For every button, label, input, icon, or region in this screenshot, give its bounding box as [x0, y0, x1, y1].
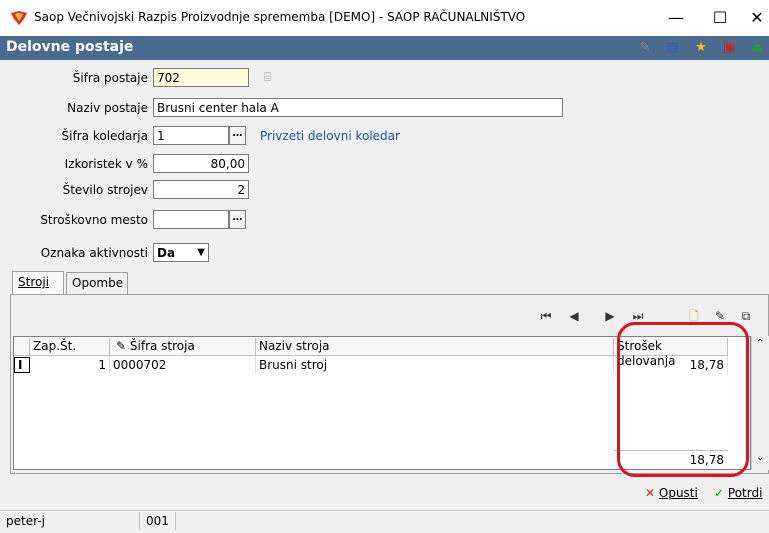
cell-naziv[interactable]: Brusni stroj	[256, 356, 614, 374]
status-user: peter-j	[0, 512, 140, 530]
oznaka-aktivnosti-select[interactable]: Da ▼	[153, 243, 209, 262]
module-title: Delovne postaje	[6, 39, 134, 55]
column-header-sifra[interactable]: ✎ Šifra stroja	[110, 338, 256, 356]
cell-zap[interactable]: 1	[30, 356, 110, 374]
app-logo-icon	[11, 11, 27, 25]
sifra-postaje-label: Šifra postaje	[72, 71, 148, 85]
cancel-icon: ✕	[645, 486, 656, 500]
stevilo-strojev-field[interactable]: 2	[153, 180, 249, 199]
star-icon[interactable]: ★	[692, 39, 710, 57]
naziv-postaje-label: Naziv postaje	[67, 101, 148, 115]
tab-stroji[interactable]: Stroji	[12, 271, 64, 295]
tab-opombe[interactable]: Opombe	[66, 272, 128, 294]
tab-opombe-label: Opombe	[72, 276, 124, 290]
module-header: Delovne postaje ✎ ▤ ★ ▣ ⏏	[0, 36, 769, 60]
confirm-label: Potrdi	[727, 486, 763, 500]
vertical-scrollbar[interactable]: ⌃ ⌄	[751, 336, 769, 470]
exit-icon[interactable]: ⏏	[748, 39, 766, 57]
stevilo-strojev-label: Število strojev	[62, 183, 148, 197]
tab-stroji-label: Stroji	[18, 275, 50, 289]
window-title-bar: Saop Večnivojski Razpis Proizvodnje spre…	[0, 0, 769, 36]
pdf-icon[interactable]: ▣	[720, 39, 738, 57]
column-header-sifra-label: Šifra stroja	[129, 339, 195, 353]
cell-sifra[interactable]: 0000702	[110, 356, 256, 374]
chevron-down-icon[interactable]: ▼	[197, 245, 205, 261]
copy-record-icon[interactable]: ⧉	[738, 308, 754, 324]
naziv-postaje-field[interactable]: Brusni center hala A	[153, 98, 563, 117]
koledar-name-link[interactable]: Privzeti delovni koledar	[260, 129, 400, 143]
status-code: 001	[140, 512, 176, 530]
edit-icon[interactable]: ✎	[636, 39, 654, 57]
pencil-icon: ✎	[116, 339, 127, 353]
stroskovno-mesto-lookup-button[interactable]: …	[229, 210, 246, 229]
sifra-koledarja-field[interactable]: 1	[153, 126, 229, 145]
scroll-down-icon[interactable]: ⌄	[756, 452, 764, 463]
row-indicator-header	[14, 338, 30, 356]
izkoristek-label: Izkoristek v %	[64, 157, 148, 171]
izkoristek-field[interactable]: 80,00	[153, 154, 249, 173]
oznaka-aktivnosti-label: Oznaka aktivnosti	[40, 246, 148, 260]
numbering-icon[interactable]: ⌸	[264, 70, 278, 84]
scroll-up-icon[interactable]: ⌃	[756, 338, 764, 349]
confirm-button[interactable]: ✓ Potrdi	[714, 486, 762, 500]
table-icon[interactable]: ▤	[664, 39, 682, 57]
column-header-naziv[interactable]: Naziv stroja	[256, 338, 614, 356]
sifra-postaje-field[interactable]: 702	[153, 68, 249, 87]
koledar-lookup-button[interactable]: …	[229, 126, 246, 145]
stroskovno-mesto-label: Stroškovno mesto	[40, 213, 148, 227]
column-header-zap[interactable]: Zap.Št.	[30, 338, 110, 356]
check-icon: ✓	[714, 486, 725, 500]
sifra-koledarja-label: Šifra koledarja	[61, 129, 148, 143]
close-button[interactable]: ✕	[745, 6, 769, 30]
minimize-button[interactable]: —	[664, 6, 688, 30]
highlight-annotation	[617, 322, 749, 477]
maximize-button[interactable]: ☐	[708, 6, 732, 30]
stroskovno-mesto-field[interactable]	[153, 210, 229, 229]
cancel-label: Opusti	[658, 486, 698, 500]
first-record-icon[interactable]: ⏮	[538, 308, 554, 324]
row-cursor-marker: I	[14, 357, 30, 373]
next-record-icon[interactable]: ▶	[602, 308, 618, 324]
window-title: Saop Večnivojski Razpis Proizvodnje spre…	[34, 10, 526, 24]
cancel-button[interactable]: ✕ Opusti	[645, 486, 698, 500]
oznaka-aktivnosti-value: Da	[157, 246, 176, 260]
prev-record-icon[interactable]: ◀	[566, 308, 582, 324]
